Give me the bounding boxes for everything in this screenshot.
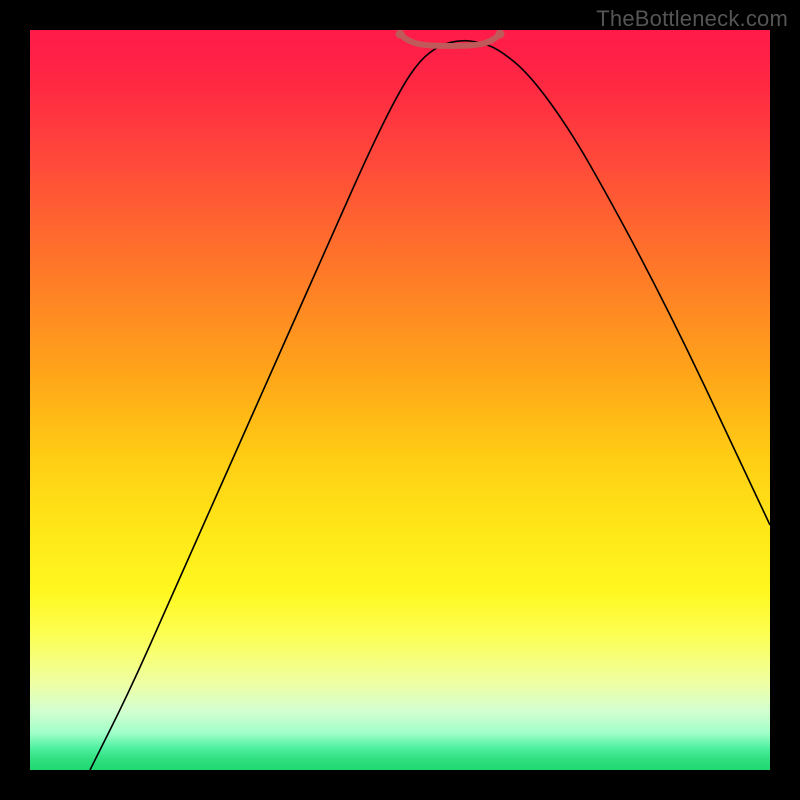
bottleneck-curve bbox=[90, 41, 770, 770]
watermark-text: TheBottleneck.com bbox=[596, 6, 788, 32]
chart-area bbox=[30, 30, 770, 770]
bottleneck-marker bbox=[396, 30, 505, 46]
chart-svg bbox=[30, 30, 770, 770]
